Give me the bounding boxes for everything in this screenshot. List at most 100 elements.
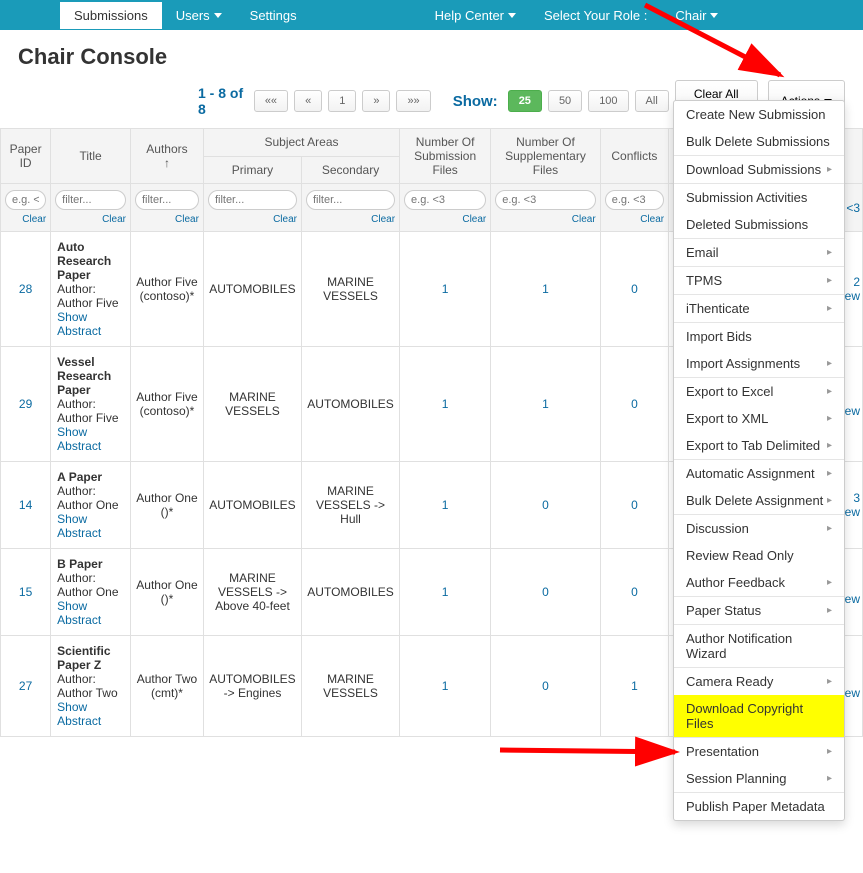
menu-email[interactable]: Email▸: [674, 239, 844, 266]
clear-link[interactable]: Clear: [135, 210, 199, 225]
clear-link[interactable]: Clear: [55, 210, 126, 225]
menu-create-submission[interactable]: Create New Submission: [674, 101, 844, 128]
authors-cell: Author Two (cmt)*: [130, 636, 203, 737]
paper-id-link[interactable]: 28: [19, 282, 32, 296]
nsf-link[interactable]: 1: [442, 498, 449, 512]
show-100[interactable]: 100: [588, 90, 628, 112]
col-nsup[interactable]: Number Of Supplementary Files: [491, 129, 600, 184]
col-paper-id[interactable]: Paper ID: [1, 129, 51, 184]
menu-tpms[interactable]: TPMS▸: [674, 267, 844, 294]
nsf-link[interactable]: 1: [442, 282, 449, 296]
conflicts-link[interactable]: 0: [631, 397, 638, 411]
show-abstract-link[interactable]: ShowAbstract: [57, 700, 124, 728]
paper-title: B Paper: [57, 557, 124, 571]
menu-presentation[interactable]: Presentation▸: [674, 738, 844, 765]
clear-link[interactable]: Clear: [404, 210, 486, 225]
pager-next[interactable]: »: [362, 90, 390, 112]
nav-settings[interactable]: Settings: [236, 2, 311, 29]
conflicts-link[interactable]: 0: [631, 585, 638, 599]
clear-link[interactable]: Clear: [605, 210, 664, 225]
pager-first[interactable]: ««: [254, 90, 288, 112]
show-abstract-link[interactable]: ShowAbstract: [57, 599, 124, 627]
conflicts-link[interactable]: 0: [631, 282, 638, 296]
filter-title[interactable]: [55, 190, 126, 210]
chevron-right-icon: ▸: [827, 358, 832, 369]
filter-authors[interactable]: [135, 190, 199, 210]
col-conflicts[interactable]: Conflicts: [600, 129, 668, 184]
menu-session-planning[interactable]: Session Planning▸: [674, 765, 844, 792]
nsf-link[interactable]: 1: [442, 397, 449, 411]
show-abstract-link[interactable]: ShowAbstract: [57, 425, 124, 453]
chevron-right-icon: ▸: [827, 413, 832, 424]
nav-users[interactable]: Users: [162, 2, 236, 29]
conflicts-link[interactable]: 1: [631, 679, 638, 693]
clear-link[interactable]: Clear: [208, 210, 297, 225]
nsup-link[interactable]: 0: [542, 498, 549, 512]
secondary-cell: MARINE VESSELS: [301, 232, 399, 347]
nav-submissions[interactable]: Submissions: [60, 2, 162, 29]
col-title[interactable]: Title: [51, 129, 131, 184]
menu-publish-metadata[interactable]: Publish Paper Metadata: [674, 793, 844, 820]
show-25[interactable]: 25: [508, 90, 542, 112]
col-authors[interactable]: Authors↑: [130, 129, 203, 184]
chevron-right-icon: ▸: [827, 676, 832, 687]
paper-id-link[interactable]: 29: [19, 397, 32, 411]
filter-nsup[interactable]: [495, 190, 595, 210]
filter-nsf[interactable]: [404, 190, 486, 210]
menu-auto-assignment[interactable]: Automatic Assignment▸: [674, 460, 844, 487]
col-secondary[interactable]: Secondary: [301, 156, 399, 184]
sort-up-icon: ↑: [164, 156, 170, 170]
conflicts-link[interactable]: 0: [631, 498, 638, 512]
paper-id-link[interactable]: 14: [19, 498, 32, 512]
menu-bulk-delete-assignment[interactable]: Bulk Delete Assignment▸: [674, 487, 844, 514]
paper-id-link[interactable]: 27: [19, 679, 32, 693]
filter-primary[interactable]: [208, 190, 297, 210]
nsf-link[interactable]: 1: [442, 585, 449, 599]
menu-download-copyright[interactable]: Download Copyright Files: [674, 695, 844, 737]
col-nsf[interactable]: Number Of Submission Files: [400, 129, 491, 184]
filter-secondary[interactable]: [306, 190, 395, 210]
menu-export-xml[interactable]: Export to XML▸: [674, 405, 844, 432]
show-50[interactable]: 50: [548, 90, 582, 112]
menu-import-bids[interactable]: Import Bids: [674, 323, 844, 350]
menu-author-feedback[interactable]: Author Feedback▸: [674, 569, 844, 596]
menu-deleted-submissions[interactable]: Deleted Submissions: [674, 211, 844, 238]
col-primary[interactable]: Primary: [203, 156, 301, 184]
pager-last[interactable]: »»: [396, 90, 430, 112]
menu-download-submissions[interactable]: Download Submissions▸: [674, 156, 844, 183]
menu-export-tab[interactable]: Export to Tab Delimited▸: [674, 432, 844, 459]
menu-review-read-only[interactable]: Review Read Only: [674, 542, 844, 569]
secondary-cell: AUTOMOBILES: [301, 549, 399, 636]
pager-page[interactable]: 1: [328, 90, 356, 112]
filter-conf[interactable]: [605, 190, 664, 210]
clear-link[interactable]: Clear: [5, 210, 46, 225]
menu-paper-status[interactable]: Paper Status▸: [674, 597, 844, 624]
menu-camera-ready[interactable]: Camera Ready▸: [674, 668, 844, 695]
nav-help[interactable]: Help Center: [421, 2, 530, 29]
chevron-right-icon: ▸: [827, 468, 832, 479]
filter-id[interactable]: [5, 190, 46, 210]
show-abstract-link[interactable]: ShowAbstract: [57, 310, 124, 338]
nsf-link[interactable]: 1: [442, 679, 449, 693]
pager-prev[interactable]: «: [294, 90, 322, 112]
menu-export-excel[interactable]: Export to Excel▸: [674, 378, 844, 405]
paper-title: A Paper: [57, 470, 124, 484]
nsup-link[interactable]: 1: [542, 282, 549, 296]
paper-id-link[interactable]: 15: [19, 585, 32, 599]
menu-discussion[interactable]: Discussion▸: [674, 515, 844, 542]
primary-cell: AUTOMOBILES: [203, 232, 301, 347]
menu-ithenticate[interactable]: iThenticate▸: [674, 295, 844, 322]
nsup-link[interactable]: 0: [542, 585, 549, 599]
nsup-link[interactable]: 0: [542, 679, 549, 693]
menu-import-assignments[interactable]: Import Assignments▸: [674, 350, 844, 377]
paper-title: Auto Research Paper: [57, 240, 124, 282]
menu-author-notification[interactable]: Author Notification Wizard: [674, 625, 844, 667]
menu-submission-activities[interactable]: Submission Activities: [674, 184, 844, 211]
show-abstract-link[interactable]: ShowAbstract: [57, 512, 124, 540]
clear-link[interactable]: Clear: [306, 210, 395, 225]
chevron-right-icon: ▸: [827, 440, 832, 451]
menu-bulk-delete-submissions[interactable]: Bulk Delete Submissions: [674, 128, 844, 155]
nsup-link[interactable]: 1: [542, 397, 549, 411]
paper-author-label: Author: Author Five: [57, 282, 124, 310]
clear-link[interactable]: Clear: [495, 210, 595, 225]
